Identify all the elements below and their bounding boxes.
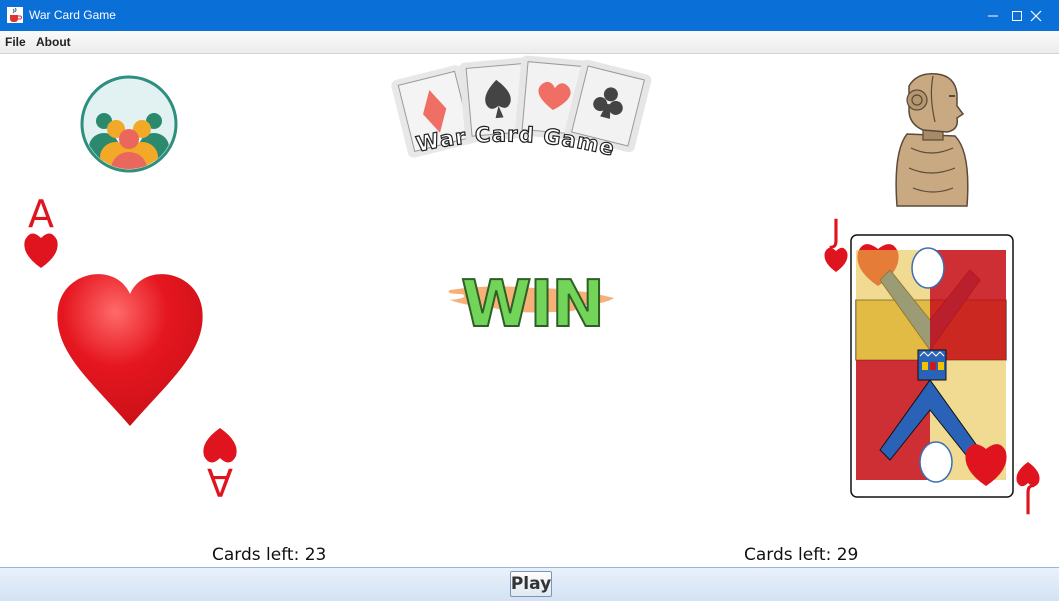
opponent-card: J J bbox=[820, 210, 1045, 522]
suit-heart-icon-bottom bbox=[203, 428, 237, 463]
win-text: WIN bbox=[461, 268, 603, 336]
menu-bar: File About bbox=[0, 31, 1059, 54]
jack-figure bbox=[855, 247, 1007, 483]
card-rank-top: A bbox=[28, 192, 54, 236]
java-cup-icon bbox=[7, 7, 23, 23]
action-bar: Play bbox=[0, 567, 1059, 601]
win-indicator: WIN bbox=[448, 267, 614, 336]
opponent-cards-left: Cards left: 29 bbox=[744, 545, 859, 565]
close-button[interactable] bbox=[1013, 0, 1059, 31]
card-rank-top: J bbox=[829, 212, 840, 250]
card-rank-bottom: A bbox=[207, 460, 233, 504]
player-cards-left: Cards left: 23 bbox=[212, 545, 327, 565]
menu-about[interactable]: About bbox=[36, 35, 71, 49]
suit-heart-icon-bottom bbox=[1016, 462, 1040, 487]
title-bar: War Card Game bbox=[0, 0, 1059, 31]
suit-heart-icon bbox=[824, 247, 848, 272]
group-people-icon bbox=[80, 75, 178, 173]
play-button[interactable]: Play bbox=[510, 571, 552, 597]
close-icon bbox=[1030, 10, 1042, 21]
game-logo: War Card Game bbox=[391, 55, 652, 161]
robot-head-icon bbox=[895, 73, 969, 207]
suit-heart-icon bbox=[24, 233, 58, 268]
menu-file[interactable]: File bbox=[5, 35, 26, 49]
center-heart-icon bbox=[57, 274, 203, 426]
window-title: War Card Game bbox=[29, 8, 116, 22]
player-card: A A bbox=[20, 190, 245, 508]
card-rank-bottom: J bbox=[1023, 483, 1034, 521]
